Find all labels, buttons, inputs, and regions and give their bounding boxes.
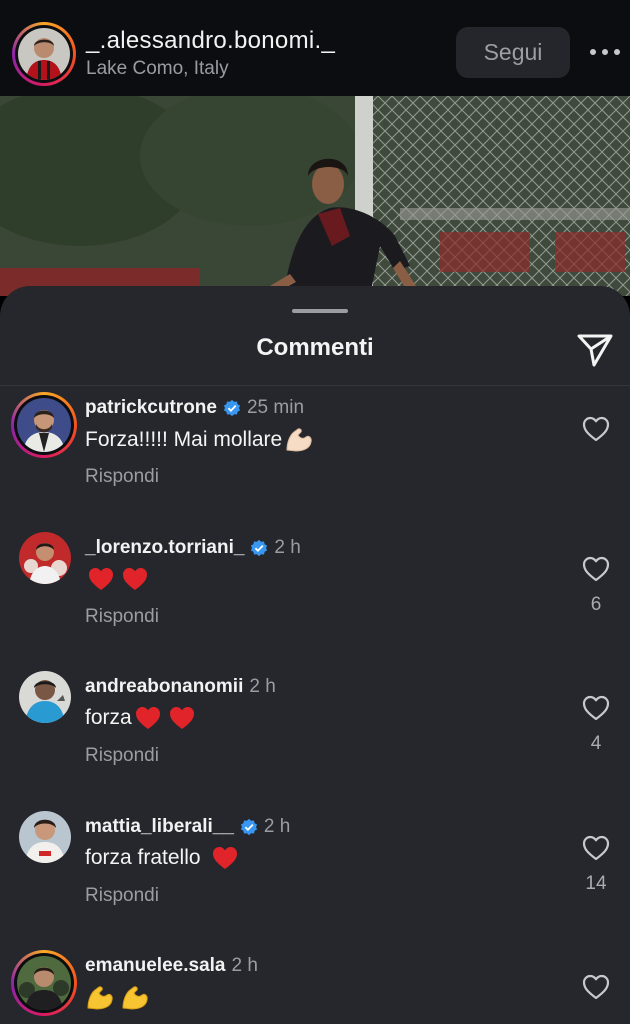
red-heart-emoji: [89, 568, 113, 590]
comment-avatar[interactable]: [11, 392, 77, 458]
sheet-divider: [0, 385, 630, 386]
like-count: 14: [585, 873, 607, 894]
comment-username[interactable]: emanuelee.sala: [85, 955, 225, 977]
like-heart-icon[interactable]: [582, 974, 610, 1000]
reply-button[interactable]: Rispondi: [85, 745, 159, 767]
more-options-icon[interactable]: [590, 40, 620, 64]
comment-timestamp: 2 h: [249, 676, 276, 697]
reply-button[interactable]: Rispondi: [85, 466, 159, 488]
comment-avatar[interactable]: [19, 811, 71, 863]
post-author-username[interactable]: _.alessandro.bonomi._: [86, 27, 335, 55]
comment-username[interactable]: andreabonanomii: [85, 676, 243, 698]
like-count: 4: [590, 733, 602, 754]
flexed-biceps-emoji: [87, 986, 113, 1010]
comment-body: forza fratello: [85, 846, 201, 869]
comment-username[interactable]: patrickcutrone: [85, 397, 217, 419]
comment-timestamp: 2 h: [274, 537, 301, 558]
comment-text: Forza!!!!! Mai mollare: [85, 426, 314, 454]
comment-timestamp: 2 h: [231, 955, 258, 976]
red-heart-emoji: [169, 707, 194, 729]
comments-sheet: Commenti patrickcutrone 25 min Forza!!!!…: [0, 286, 630, 1024]
post-header: _.alessandro.bonomi._ Lake Como, Italy S…: [0, 0, 630, 96]
comment-username[interactable]: _lorenzo.torriani_: [85, 537, 244, 559]
comment-item: andreabonanomii 2 h forza Rispondi 4: [0, 671, 630, 795]
comment-avatar[interactable]: [11, 950, 77, 1016]
red-heart-emoji: [212, 847, 237, 869]
comment-text: [85, 984, 150, 1012]
comment-item: mattia_liberali__ 2 h forza fratello Ris…: [0, 811, 630, 935]
comment-username[interactable]: mattia_liberali__: [85, 816, 234, 838]
sheet-title: Commenti: [256, 334, 374, 361]
post-author-avatar[interactable]: [12, 22, 76, 86]
comment-item: emanuelee.sala 2 h: [0, 950, 630, 1024]
sheet-drag-handle[interactable]: [292, 309, 348, 313]
like-heart-icon[interactable]: [582, 556, 610, 582]
comment-timestamp: 25 min: [246, 397, 305, 418]
flexed-biceps-emoji: [122, 986, 148, 1010]
post-location[interactable]: Lake Como, Italy: [86, 58, 229, 80]
comment-text: [85, 566, 149, 592]
like-heart-icon[interactable]: [582, 835, 610, 861]
verified-badge-icon: [251, 539, 268, 557]
comment-text: forza: [85, 705, 196, 731]
like-heart-icon[interactable]: [582, 695, 610, 721]
comment-item: patrickcutrone 25 min Forza!!!!! Mai mol…: [0, 392, 630, 516]
verified-badge-icon: [240, 818, 258, 836]
comment-item: _lorenzo.torriani_ 2 h Rispondi 6: [0, 532, 630, 656]
like-heart-icon[interactable]: [582, 416, 610, 442]
post-photo: [0, 96, 630, 296]
share-send-icon[interactable]: [576, 330, 614, 368]
comment-avatar[interactable]: [19, 532, 71, 584]
red-heart-emoji: [135, 707, 160, 729]
reply-button[interactable]: Rispondi: [85, 885, 159, 907]
comment-body: forza: [85, 706, 132, 729]
comment-avatar[interactable]: [19, 671, 71, 723]
comment-timestamp: 2 h: [263, 816, 291, 837]
comment-text: forza fratello: [85, 845, 239, 871]
red-heart-emoji: [123, 568, 147, 590]
comment-body: Forza!!!!! Mai mollare: [85, 428, 283, 451]
follow-button[interactable]: Segui: [456, 27, 570, 78]
like-count: 6: [590, 594, 602, 615]
flexed-biceps-light-emoji: [286, 428, 312, 452]
verified-badge-icon: [223, 399, 241, 417]
reply-button[interactable]: Rispondi: [85, 606, 159, 628]
